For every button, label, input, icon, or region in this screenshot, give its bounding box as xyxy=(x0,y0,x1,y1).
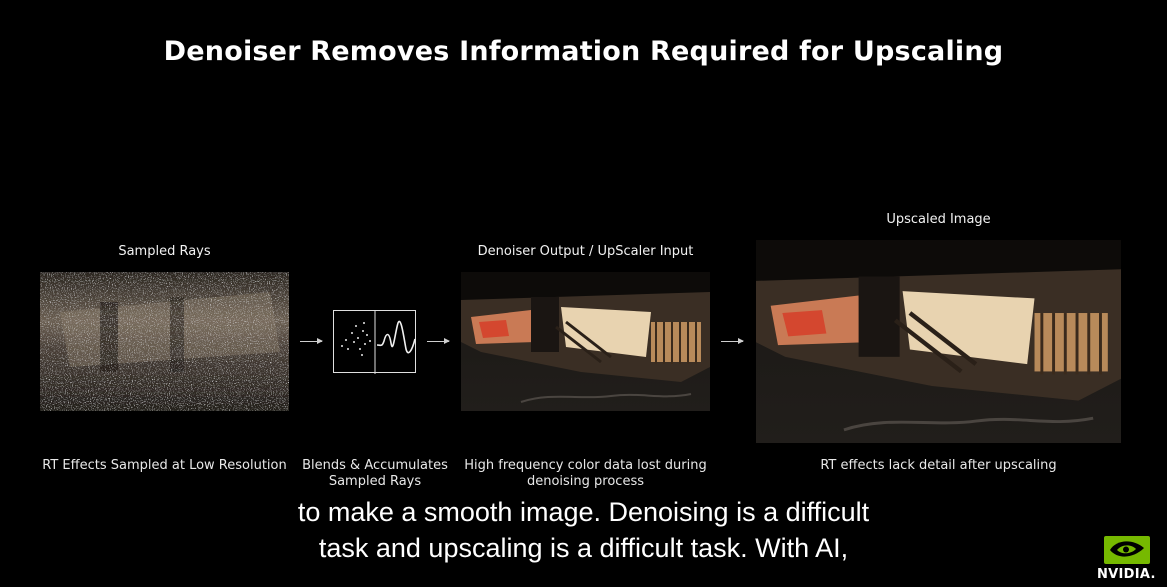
subtitles: to make a smooth image. Denoising is a d… xyxy=(0,494,1167,566)
subtitle-line-1: to make a smooth image. Denoising is a d… xyxy=(289,494,878,530)
denoiser-caption: High frequency color data lost during de… xyxy=(464,458,707,489)
denoiser-output-image xyxy=(461,272,710,411)
upscaled-caption: RT effects lack detail after upscaling xyxy=(820,458,1057,473)
scatter-to-wave-icon xyxy=(341,311,416,374)
nvidia-logo: NVIDIA. xyxy=(1096,534,1158,584)
nvidia-eye-icon xyxy=(1104,536,1150,564)
blend-accumulate-diagram xyxy=(333,310,416,374)
nvidia-wordmark: NVIDIA. xyxy=(1097,567,1156,582)
upscaled-image-label: Upscaled Image xyxy=(886,212,991,227)
arrow-right-icon xyxy=(300,338,323,344)
denoiser-output-label: Denoiser Output / UpScaler Input xyxy=(477,244,694,259)
subtitle-line-2: task and upscaling is a difficult task. … xyxy=(310,530,857,566)
arrow-right-icon xyxy=(427,338,450,344)
sampled-rays-caption: RT Effects Sampled at Low Resolution xyxy=(42,458,287,473)
blend-caption: Blends & Accumulates Sampled Rays xyxy=(302,458,448,489)
sampled-rays-image xyxy=(40,272,289,411)
sampled-rays-label: Sampled Rays xyxy=(118,244,211,259)
upscaled-image xyxy=(756,240,1121,443)
arrow-right-icon xyxy=(721,338,744,344)
slide-title: Denoiser Removes Information Required fo… xyxy=(163,36,1004,67)
